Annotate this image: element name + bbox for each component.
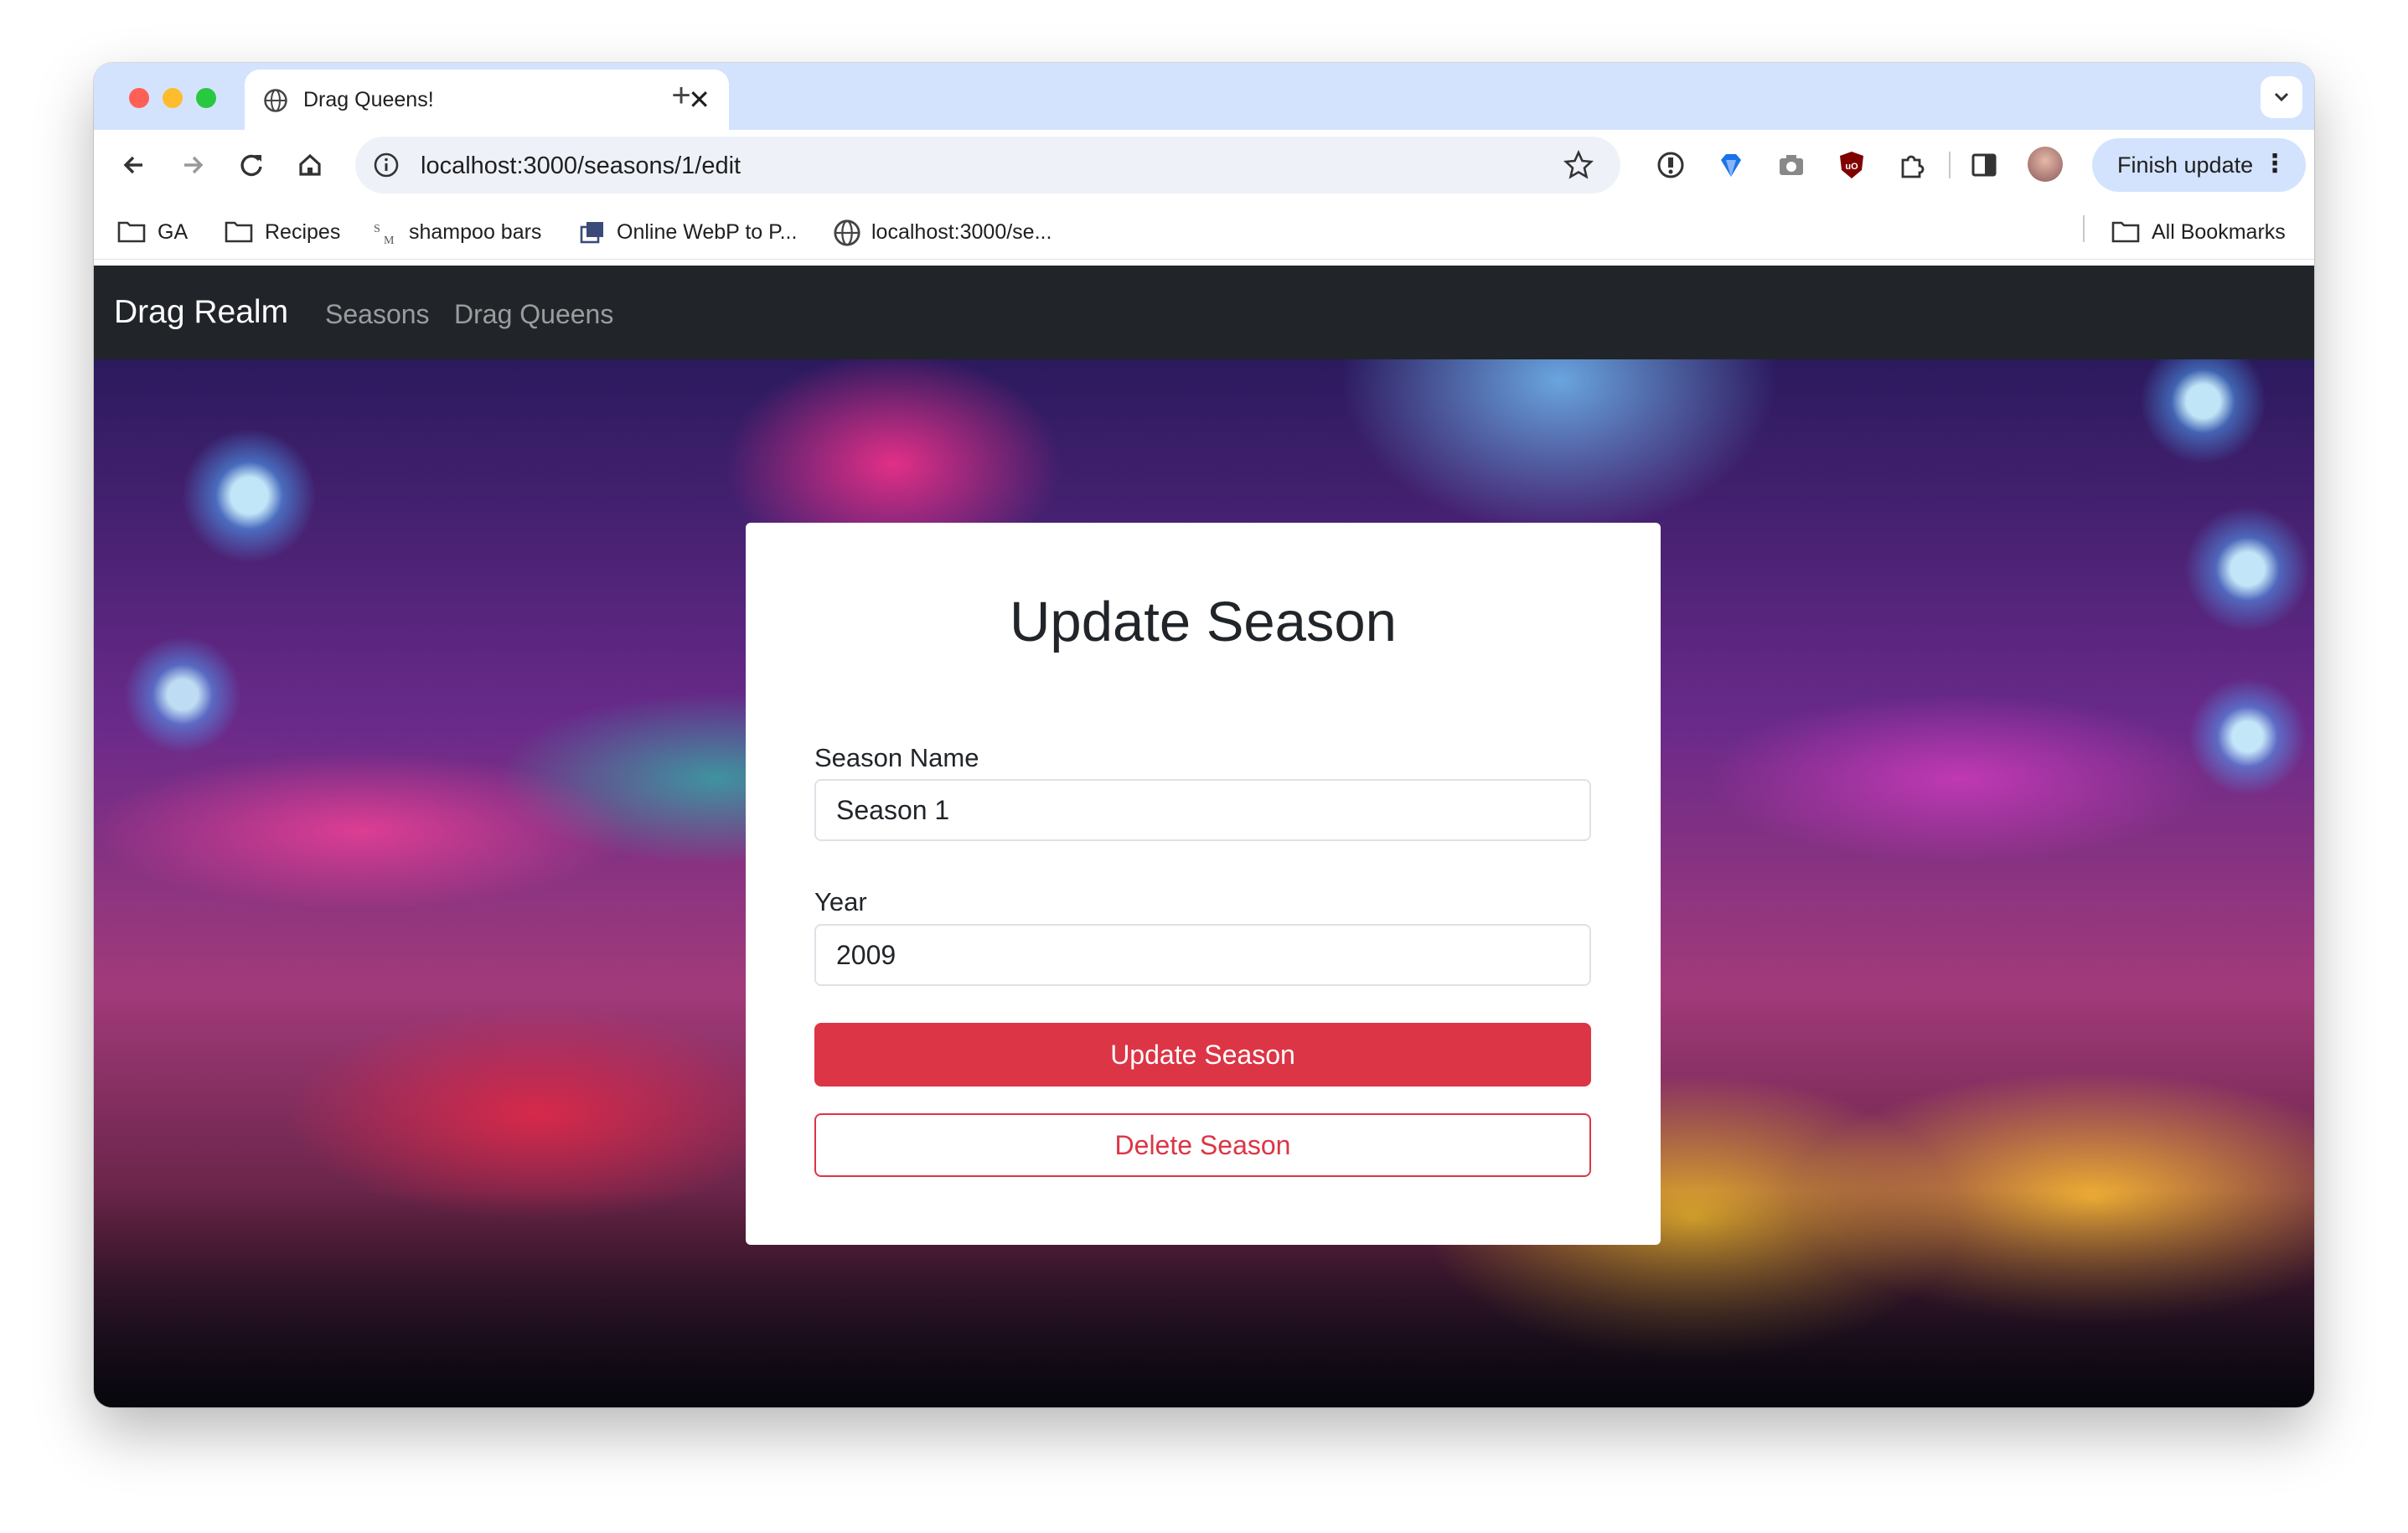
tab-active[interactable]: Drag Queens! ✕ <box>245 70 729 130</box>
folder-icon <box>117 221 146 243</box>
close-window-button[interactable] <box>129 88 149 108</box>
site-favicon-icon: S M <box>374 223 395 247</box>
globe-icon <box>834 219 860 246</box>
bookmark-link[interactable]: Online WebP to P... <box>578 217 821 245</box>
browser-window: Drag Queens! ✕ + localhost:3000/seasons/… <box>94 63 2314 1407</box>
maximize-window-button[interactable] <box>196 88 216 108</box>
background-artwork: Update Season Season Name Season 1 Year … <box>94 359 2314 1407</box>
folder-icon <box>225 221 253 243</box>
year-label: Year <box>814 887 867 916</box>
brand-link[interactable]: Drag Realm <box>114 294 288 331</box>
chevron-down-icon <box>2274 92 2289 102</box>
bookmark-label: shampoo bars <box>409 220 542 244</box>
update-season-button[interactable]: Update Season <box>814 1023 1591 1087</box>
new-tab-button[interactable]: + <box>660 75 702 116</box>
forward-icon[interactable] <box>171 143 214 187</box>
update-season-card: Update Season Season Name Season 1 Year … <box>746 523 1661 1245</box>
ublock-icon[interactable]: uO <box>1835 148 1868 182</box>
tab-title: Drag Queens! <box>303 88 434 111</box>
extensions-puzzle-icon[interactable] <box>1895 148 1929 182</box>
folder-icon <box>2111 221 2140 243</box>
bookmark-label: Online WebP to P... <box>617 220 798 244</box>
home-icon[interactable] <box>288 143 332 187</box>
tab-search-button[interactable] <box>2261 76 2302 118</box>
svg-text:M: M <box>384 235 395 247</box>
season-name-label: Season Name <box>814 743 979 772</box>
bookmarks-bar: GA Recipes S M shampoo bars Online WebP … <box>94 200 2314 260</box>
bookmarks-divider <box>2083 215 2085 242</box>
site-info-icon[interactable] <box>372 151 400 179</box>
bookmark-folder[interactable]: GA <box>117 217 201 245</box>
gem-extension-icon[interactable] <box>1714 148 1748 182</box>
toolbar-divider <box>1949 152 1951 178</box>
bookmark-star-icon[interactable] <box>1562 148 1595 182</box>
web-page: Drag Realm Seasons Drag Queens Update Se… <box>94 266 2314 1407</box>
finish-update-label: Finish update <box>2117 152 2254 178</box>
minimize-window-button[interactable] <box>163 88 183 108</box>
season-name-input[interactable]: Season 1 <box>814 779 1591 841</box>
nav-link-seasons[interactable]: Seasons <box>325 299 430 330</box>
bookmark-label: Recipes <box>265 220 341 244</box>
password-manager-icon[interactable] <box>1654 148 1687 182</box>
back-icon[interactable] <box>112 143 156 187</box>
camera-icon[interactable] <box>1775 148 1808 182</box>
bookmark-link[interactable]: localhost:3000/se... <box>833 217 1076 246</box>
svg-text:uO: uO <box>1845 162 1858 172</box>
all-bookmarks-label: All Bookmarks <box>2152 220 2286 244</box>
bookmark-label: GA <box>158 220 189 244</box>
side-panel-icon[interactable] <box>1967 148 2001 182</box>
bookmark-label: localhost:3000/se... <box>871 220 1052 244</box>
all-bookmarks-button[interactable]: All Bookmarks <box>2111 217 2304 245</box>
globe-icon <box>264 89 287 112</box>
page-title: Update Season <box>1010 591 1397 653</box>
tab-strip: Drag Queens! ✕ + <box>94 63 2314 130</box>
nav-link-drag-queens[interactable]: Drag Queens <box>454 299 613 330</box>
bookmark-link[interactable]: S M shampoo bars <box>372 217 556 247</box>
app-navbar: Drag Realm Seasons Drag Queens <box>94 266 2314 359</box>
reload-icon[interactable] <box>230 143 273 187</box>
svg-text:S: S <box>374 223 380 235</box>
bookmark-folder[interactable]: Recipes <box>225 217 350 245</box>
year-input[interactable]: 2009 <box>814 924 1591 986</box>
browser-toolbar: localhost:3000/seasons/1/edit uO Finish … <box>94 130 2314 200</box>
address-bar[interactable]: localhost:3000/seasons/1/edit <box>355 137 1620 194</box>
profile-avatar[interactable] <box>2028 147 2063 182</box>
delete-season-button[interactable]: Delete Season <box>814 1113 1591 1177</box>
more-menu-icon: ⋮ <box>2262 150 2287 178</box>
finish-update-button[interactable]: Finish update ⋮ <box>2092 138 2306 192</box>
url-text: localhost:3000/seasons/1/edit <box>421 152 742 179</box>
converter-favicon-icon <box>580 222 603 244</box>
